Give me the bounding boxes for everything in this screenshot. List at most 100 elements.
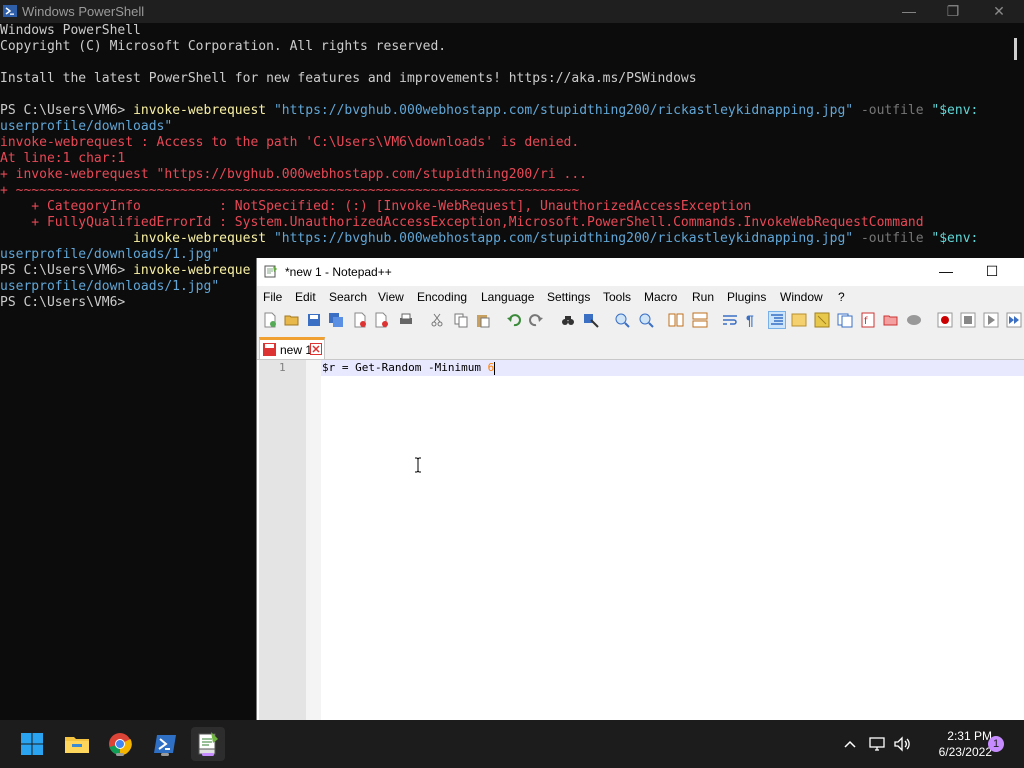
window-title: *new 1 - Notepad++ xyxy=(285,265,392,279)
console-line: + CategoryInfo : NotSpecified: (:) [Invo… xyxy=(0,199,751,215)
console-line: Install the latest PowerShell for new fe… xyxy=(0,71,697,87)
print-icon[interactable] xyxy=(398,312,414,328)
console-line: Windows PowerShell xyxy=(0,23,141,39)
console-text: At line:1 char:1 xyxy=(0,151,126,166)
console-line: userprofile/downloads/1.jpg" xyxy=(0,279,219,295)
save-icon[interactable] xyxy=(306,312,322,328)
console-line: invoke-webrequest : Access to the path '… xyxy=(0,135,579,151)
console-line: userprofile/downloads" xyxy=(0,119,172,135)
zoom-out-icon[interactable] xyxy=(638,312,654,328)
code-line[interactable]: $r = Get-Random -Minimum 6 xyxy=(322,360,496,376)
menu-item-edit[interactable]: Edit xyxy=(295,290,316,304)
powershell-button[interactable] xyxy=(148,727,182,761)
sync-vertical-icon[interactable] xyxy=(668,312,684,328)
sync-horizontal-icon[interactable] xyxy=(692,312,708,328)
menu-item-tools[interactable]: Tools xyxy=(603,290,631,304)
indent-guide-icon[interactable] xyxy=(768,311,786,329)
code-number: 6 xyxy=(487,361,495,374)
document-map-icon[interactable] xyxy=(814,312,830,328)
editor-area[interactable] xyxy=(321,360,1024,720)
copy-icon[interactable] xyxy=(453,312,469,328)
menu-item-plugins[interactable]: Plugins xyxy=(727,290,766,304)
text-caret xyxy=(494,361,496,375)
folder-as-workspace-icon[interactable] xyxy=(883,312,899,328)
start-recording-icon[interactable] xyxy=(937,312,953,328)
menu-item-view[interactable]: View xyxy=(378,290,404,304)
close-button[interactable]: ✕ xyxy=(976,0,1022,23)
clock-time[interactable]: 2:31 PM xyxy=(924,729,992,743)
find-icon[interactable] xyxy=(560,312,576,328)
console-text: invoke-webrequest xyxy=(133,103,274,118)
menu-item-macro[interactable]: Macro xyxy=(644,290,677,304)
console-line: PS C:\Users\VM6> invoke-webrequest "http… xyxy=(0,103,978,119)
line-number-gutter xyxy=(259,360,306,720)
console-text: userprofile/downloads/1.jpg" xyxy=(0,279,220,294)
notification-badge[interactable]: 1 xyxy=(988,736,1004,752)
console-text: "https://bvghub.000webhostapp.com/stupid… xyxy=(273,231,861,246)
console-text: + invoke-webrequest "https://bvghub.000w… xyxy=(0,167,587,182)
monitoring-icon[interactable] xyxy=(906,312,922,328)
close-file-icon[interactable] xyxy=(352,312,368,328)
new-file-icon[interactable] xyxy=(262,312,278,328)
window-title: Windows PowerShell xyxy=(22,4,145,19)
network-icon[interactable] xyxy=(868,735,886,753)
minimize-button[interactable]: — xyxy=(923,258,969,285)
console-text: Copyright (C) Microsoft Corporation. All… xyxy=(0,39,447,54)
menu-item-window[interactable]: Window xyxy=(780,290,823,304)
menu-item-file[interactable]: File xyxy=(263,290,282,304)
chrome-button[interactable] xyxy=(103,727,137,761)
console-text: "https://bvghub.000webhostapp.com/stupid… xyxy=(273,103,861,118)
menu-item-search[interactable]: Search xyxy=(329,290,367,304)
menu-item-run[interactable]: Run xyxy=(692,290,714,304)
show-hidden-icons-icon[interactable] xyxy=(842,736,858,752)
console-text: invoke-webrequest : Access to the path '… xyxy=(0,135,580,150)
running-indicator xyxy=(116,753,124,756)
console-scrollbar[interactable] xyxy=(1014,38,1017,60)
notepad-plus-plus-button[interactable] xyxy=(191,727,225,761)
menu-item-settings[interactable]: Settings xyxy=(547,290,590,304)
redo-icon[interactable] xyxy=(528,312,544,328)
clock-date[interactable]: 6/23/2022 xyxy=(924,745,992,759)
svg-text:f: f xyxy=(864,316,868,327)
zoom-in-icon[interactable] xyxy=(614,312,630,328)
tab-new-1[interactable]: new 1 xyxy=(259,337,325,359)
file-explorer-button[interactable] xyxy=(60,727,94,761)
replace-icon[interactable] xyxy=(583,312,599,328)
open-folder-icon[interactable] xyxy=(284,312,300,328)
function-list-icon[interactable]: f xyxy=(860,312,876,328)
document-list-icon[interactable] xyxy=(837,312,853,328)
console-text: userprofile/downloads" xyxy=(0,119,173,134)
restore-button[interactable]: ❐ xyxy=(930,0,976,23)
menu-item-language[interactable]: Language xyxy=(481,290,534,304)
toolbar: ¶ f xyxy=(257,308,1024,333)
powershell-titlebar[interactable]: Windows PowerShell — ❐ ✕ xyxy=(0,0,1024,23)
run-macro-multiple-icon[interactable] xyxy=(1006,312,1022,328)
playback-icon[interactable] xyxy=(983,312,999,328)
user-language-icon[interactable] xyxy=(791,312,807,328)
console-text: invoke-webrequest xyxy=(0,231,274,246)
word-wrap-icon[interactable] xyxy=(722,312,738,328)
close-tab-icon[interactable] xyxy=(310,343,322,355)
show-all-characters-icon[interactable]: ¶ xyxy=(746,312,762,328)
cut-icon[interactable] xyxy=(429,312,445,328)
maximize-button[interactable]: ☐ xyxy=(969,258,1015,285)
close-all-icon[interactable] xyxy=(374,312,390,328)
undo-icon[interactable] xyxy=(506,312,522,328)
notepad-titlebar[interactable]: *new 1 - Notepad++ — ☐ xyxy=(257,258,1024,285)
folder-icon xyxy=(65,737,89,753)
notepad-plus-plus-window: *new 1 - Notepad++ — ☐ File Edit Search Vie… xyxy=(256,258,1024,720)
console-text: Windows PowerShell xyxy=(0,23,141,38)
line-number: 1 xyxy=(279,361,286,374)
start-button[interactable] xyxy=(15,727,49,761)
console-text: "$env: xyxy=(931,231,979,246)
console-line: + FullyQualifiedErrorId : System.Unautho… xyxy=(0,215,923,231)
menu-item-encoding[interactable]: Encoding xyxy=(417,290,467,304)
menu-item-help[interactable]: ? xyxy=(838,290,845,304)
windows-logo-icon xyxy=(21,733,43,755)
volume-icon[interactable] xyxy=(893,735,911,753)
paste-icon[interactable] xyxy=(475,312,491,328)
minimize-button[interactable]: — xyxy=(886,0,932,23)
console-text: -outfile xyxy=(860,231,932,246)
save-all-icon[interactable] xyxy=(328,312,344,328)
stop-recording-icon[interactable] xyxy=(960,312,976,328)
